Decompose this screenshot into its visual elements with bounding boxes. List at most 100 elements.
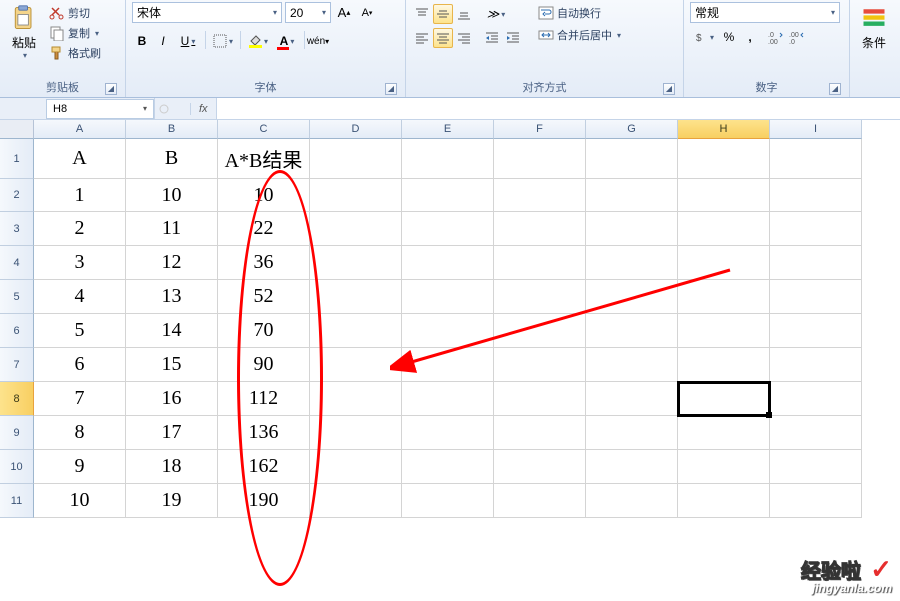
align-middle-button[interactable] <box>433 4 453 24</box>
column-header[interactable]: D <box>310 120 402 139</box>
cell[interactable]: 9 <box>34 450 126 484</box>
align-top-button[interactable] <box>412 4 432 24</box>
spreadsheet-grid[interactable]: ABCDEFGHI 1234567891011 ABA*B结果110102112… <box>0 120 900 601</box>
cell[interactable] <box>310 484 402 518</box>
cell[interactable] <box>310 280 402 314</box>
cell[interactable]: 13 <box>126 280 218 314</box>
cell[interactable] <box>310 212 402 246</box>
row-header[interactable]: 2 <box>0 179 34 212</box>
align-center-button[interactable] <box>433 28 453 48</box>
cell[interactable]: 17 <box>126 416 218 450</box>
cell[interactable] <box>678 348 770 382</box>
wrap-text-button[interactable]: 自动换行 <box>535 4 624 22</box>
conditional-format-button[interactable]: 条件 <box>856 2 892 53</box>
cell[interactable]: 1 <box>34 179 126 212</box>
format-painter-button[interactable]: 格式刷 <box>46 44 104 62</box>
row-header[interactable]: 11 <box>0 484 34 518</box>
row-header[interactable]: 3 <box>0 212 34 246</box>
row-header[interactable]: 8 <box>0 382 34 416</box>
cell[interactable] <box>402 484 494 518</box>
increase-decimal-button[interactable]: .0.00 <box>766 27 786 47</box>
cell[interactable] <box>770 280 862 314</box>
cell[interactable] <box>494 382 586 416</box>
dialog-launcher-icon[interactable]: ◢ <box>105 83 117 95</box>
phonetic-button[interactable]: wén▾ <box>308 31 328 51</box>
cell[interactable] <box>678 314 770 348</box>
decrease-indent-button[interactable] <box>482 28 502 48</box>
italic-button[interactable]: I <box>153 31 173 51</box>
cell[interactable] <box>586 450 678 484</box>
cell[interactable]: 10 <box>126 179 218 212</box>
cell[interactable] <box>770 450 862 484</box>
row-header[interactable]: 9 <box>0 416 34 450</box>
cell[interactable]: 6 <box>34 348 126 382</box>
row-header[interactable]: 4 <box>0 246 34 280</box>
column-header[interactable]: E <box>402 120 494 139</box>
cell[interactable]: 10 <box>34 484 126 518</box>
dialog-launcher-icon[interactable]: ◢ <box>663 83 675 95</box>
cell[interactable] <box>310 416 402 450</box>
align-left-button[interactable] <box>412 28 432 48</box>
cell[interactable] <box>586 382 678 416</box>
cell[interactable] <box>678 139 770 179</box>
cell[interactable]: B <box>126 139 218 179</box>
font-size-select[interactable]: 20 ▾ <box>285 2 331 23</box>
cell[interactable] <box>586 416 678 450</box>
cell[interactable] <box>494 179 586 212</box>
cell[interactable] <box>586 280 678 314</box>
cell[interactable] <box>770 484 862 518</box>
cell[interactable] <box>310 179 402 212</box>
cell[interactable]: 3 <box>34 246 126 280</box>
cell[interactable]: 22 <box>218 212 310 246</box>
decrease-font-button[interactable]: A▾ <box>357 3 377 23</box>
fx-icon[interactable]: fx <box>199 103 208 115</box>
cell[interactable]: 90 <box>218 348 310 382</box>
cell[interactable]: 8 <box>34 416 126 450</box>
cell[interactable] <box>310 450 402 484</box>
bold-button[interactable]: B <box>132 31 152 51</box>
cell[interactable] <box>494 280 586 314</box>
formula-input[interactable] <box>216 98 900 119</box>
column-header[interactable]: A <box>34 120 126 139</box>
cell[interactable]: 70 <box>218 314 310 348</box>
fill-color-button[interactable]: ▾ <box>244 31 272 51</box>
cell[interactable]: 5 <box>34 314 126 348</box>
cell[interactable] <box>678 382 770 416</box>
cut-button[interactable]: 剪切 <box>46 4 104 22</box>
column-header[interactable]: G <box>586 120 678 139</box>
column-header[interactable]: F <box>494 120 586 139</box>
cell[interactable] <box>586 246 678 280</box>
row-header[interactable]: 10 <box>0 450 34 484</box>
increase-indent-button[interactable] <box>503 28 523 48</box>
row-header[interactable]: 5 <box>0 280 34 314</box>
align-right-button[interactable] <box>454 28 474 48</box>
cell[interactable] <box>310 246 402 280</box>
underline-button[interactable]: U▾ <box>174 31 202 51</box>
cell[interactable] <box>770 139 862 179</box>
cell[interactable] <box>494 246 586 280</box>
cell[interactable] <box>494 139 586 179</box>
cell[interactable] <box>770 348 862 382</box>
expand-icon[interactable] <box>158 103 170 115</box>
cell[interactable]: 52 <box>218 280 310 314</box>
cell[interactable] <box>494 348 586 382</box>
cell[interactable]: 190 <box>218 484 310 518</box>
cell[interactable]: A <box>34 139 126 179</box>
cell[interactable] <box>310 348 402 382</box>
name-box[interactable]: H8 ▾ <box>46 99 154 119</box>
cell[interactable] <box>678 416 770 450</box>
cell[interactable] <box>678 246 770 280</box>
cell[interactable] <box>678 179 770 212</box>
cell[interactable] <box>770 212 862 246</box>
cell[interactable] <box>678 484 770 518</box>
cell[interactable] <box>402 139 494 179</box>
decrease-decimal-button[interactable]: .00.0 <box>787 27 807 47</box>
cell[interactable]: 11 <box>126 212 218 246</box>
cell[interactable] <box>586 179 678 212</box>
cell[interactable]: A*B结果 <box>218 139 310 179</box>
cell[interactable] <box>402 314 494 348</box>
cell[interactable] <box>494 484 586 518</box>
currency-button[interactable]: $▾ <box>690 27 718 47</box>
cell[interactable]: 112 <box>218 382 310 416</box>
cell[interactable] <box>494 314 586 348</box>
